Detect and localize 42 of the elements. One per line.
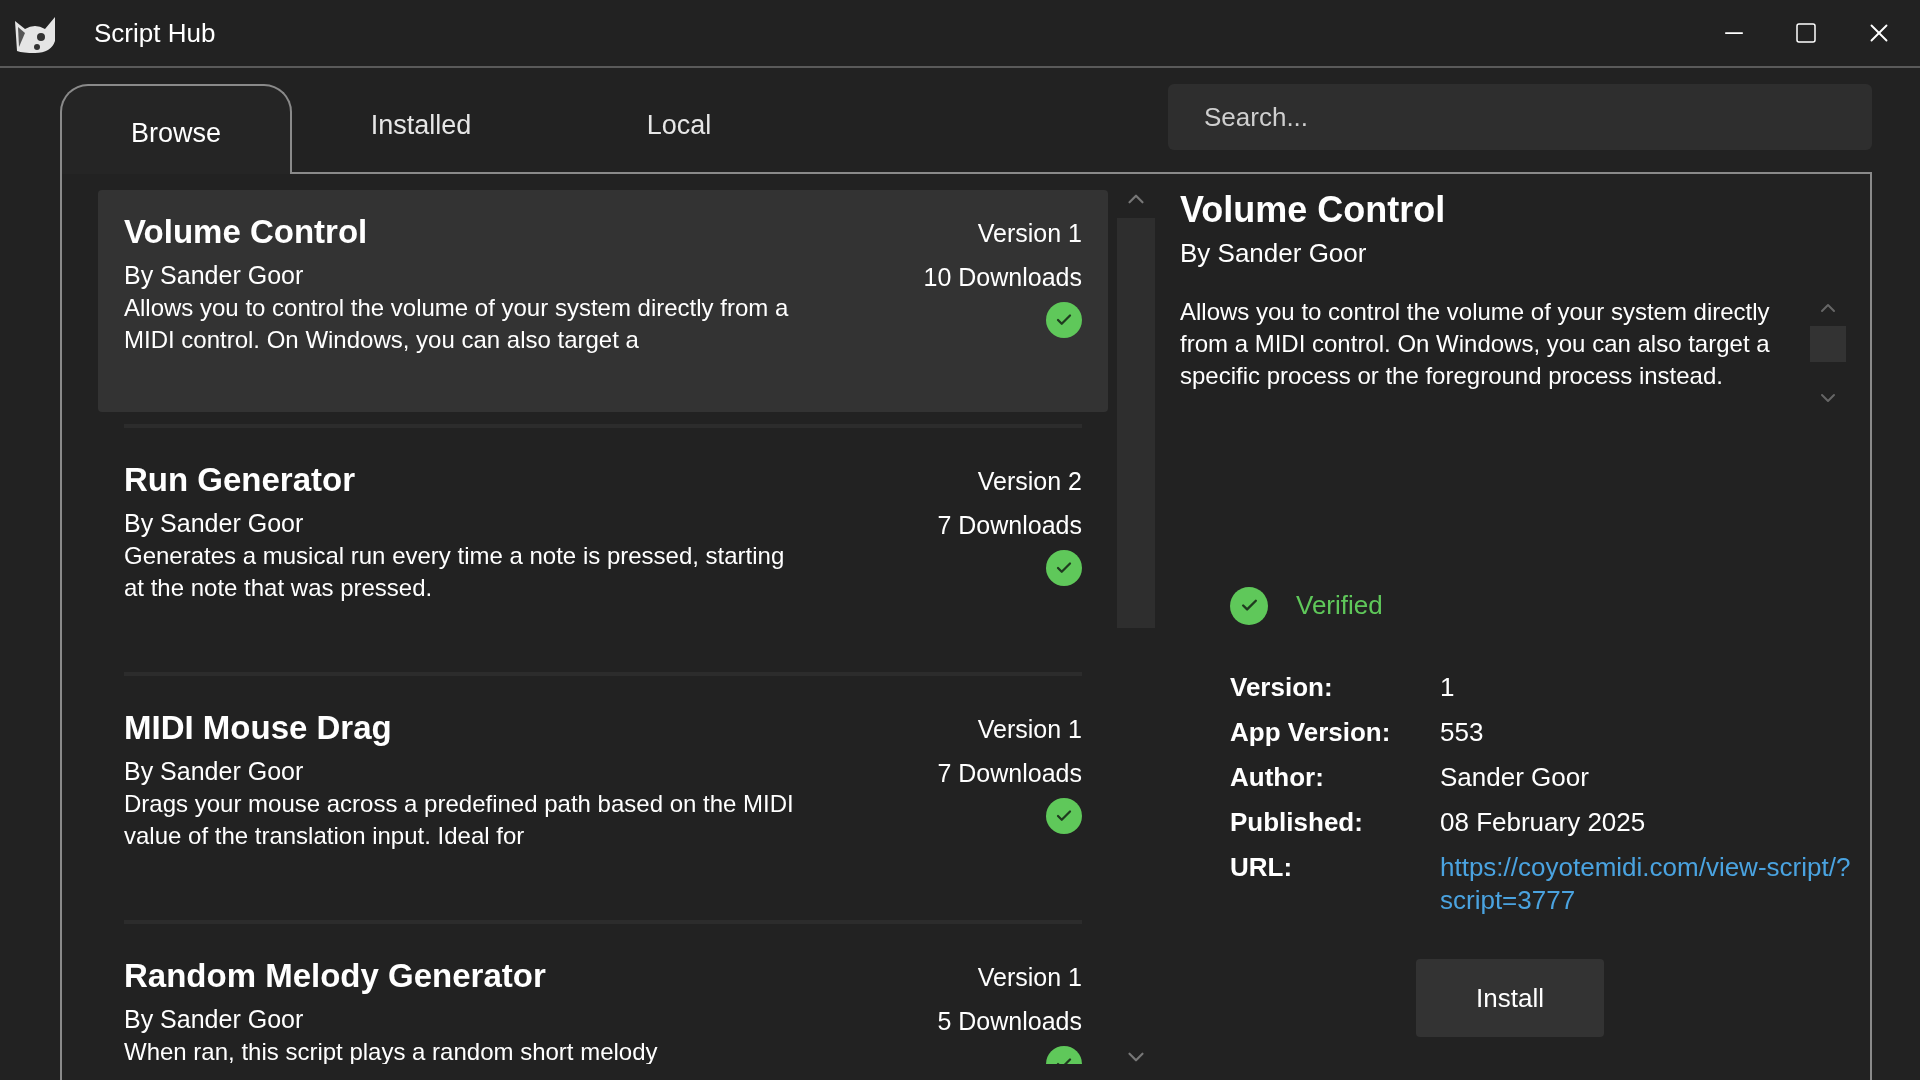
script-title: Run Generator <box>124 460 357 500</box>
tab[interactable]: Installed <box>292 84 550 174</box>
script-author: By Sander Goor <box>124 508 305 539</box>
verified-label: Verified <box>1296 589 1383 622</box>
window-title: Script Hub <box>94 16 216 50</box>
field-value: 1 <box>1440 671 1456 704</box>
script-card[interactable]: Volume Control By Sander Goor Allows you to control the volume of your system directly from a MIDI control. On Windows, you can also target a Version 1 10 Downloads <box>98 190 1108 412</box>
downloads-count: 7 Downloads <box>937 510 1082 541</box>
script-title: Random Melody Generator <box>124 956 547 996</box>
script-author: By Sander Goor <box>124 1004 305 1035</box>
tab[interactable]: Local <box>550 84 808 174</box>
search-field[interactable]: Search... <box>1168 84 1872 150</box>
downloads-count: 7 Downloads <box>937 758 1082 789</box>
version-label: Version 1 <box>977 218 1082 249</box>
detail-description: Allows you to control the volume of your system directly from a MIDI control. On Windows, you can also target a specific process or the foreground process instead. <box>1180 297 1771 391</box>
tab[interactable]: Browse <box>60 84 292 174</box>
field-value: 553 <box>1440 716 1485 749</box>
field-value: 08 February 2025 <box>1440 806 1647 839</box>
downloads-count: 5 Downloads <box>937 1006 1082 1037</box>
install-button[interactable]: Install <box>1416 959 1604 1037</box>
version-label: Version 2 <box>977 466 1082 497</box>
script-title: MIDI Mouse Drag <box>124 708 393 748</box>
script-card[interactable]: MIDI Mouse Drag By Sander Goor Drags your mouse across a predefined path based on the MIDI value of the translation input. Ideal for Version 1 7 Downloads <box>98 686 1108 908</box>
field-label: Author: <box>1230 761 1325 794</box>
script-description: Drags your mouse across a predefined path based on the MIDI value of the translation input. Ideal for <box>124 789 795 851</box>
field-label: App Version: <box>1230 716 1392 749</box>
script-author: By Sander Goor <box>124 756 305 787</box>
version-label: Version 1 <box>977 714 1082 745</box>
field-label: Version: <box>1230 671 1334 704</box>
detail-title: Volume Control <box>1180 188 1447 232</box>
downloads-count: 10 Downloads <box>923 262 1082 293</box>
script-description: Generates a musical run every time a note is pressed, starting at the note that was pressed. <box>124 541 786 603</box>
detail-author: By Sander Goor <box>1180 237 1368 270</box>
script-card[interactable]: Run Generator By Sander Goor Generates a musical run every time a note is pressed, starting at the note that was pressed. Version 2 7 Downloads <box>98 438 1108 660</box>
version-label: Version 1 <box>977 962 1082 993</box>
field-value: Sander Goor <box>1440 761 1590 794</box>
script-title: Volume Control <box>124 212 369 252</box>
field-label: URL: <box>1230 851 1294 884</box>
script-description: Allows you to control the volume of your system directly from a MIDI control. On Windows, you can also target a <box>124 293 790 355</box>
field-label: Published: <box>1230 806 1364 839</box>
url-link[interactable]: https://coyotemidi.com/view-script/?script=3777 <box>1440 851 1860 917</box>
script-author: By Sander Goor <box>124 260 305 291</box>
